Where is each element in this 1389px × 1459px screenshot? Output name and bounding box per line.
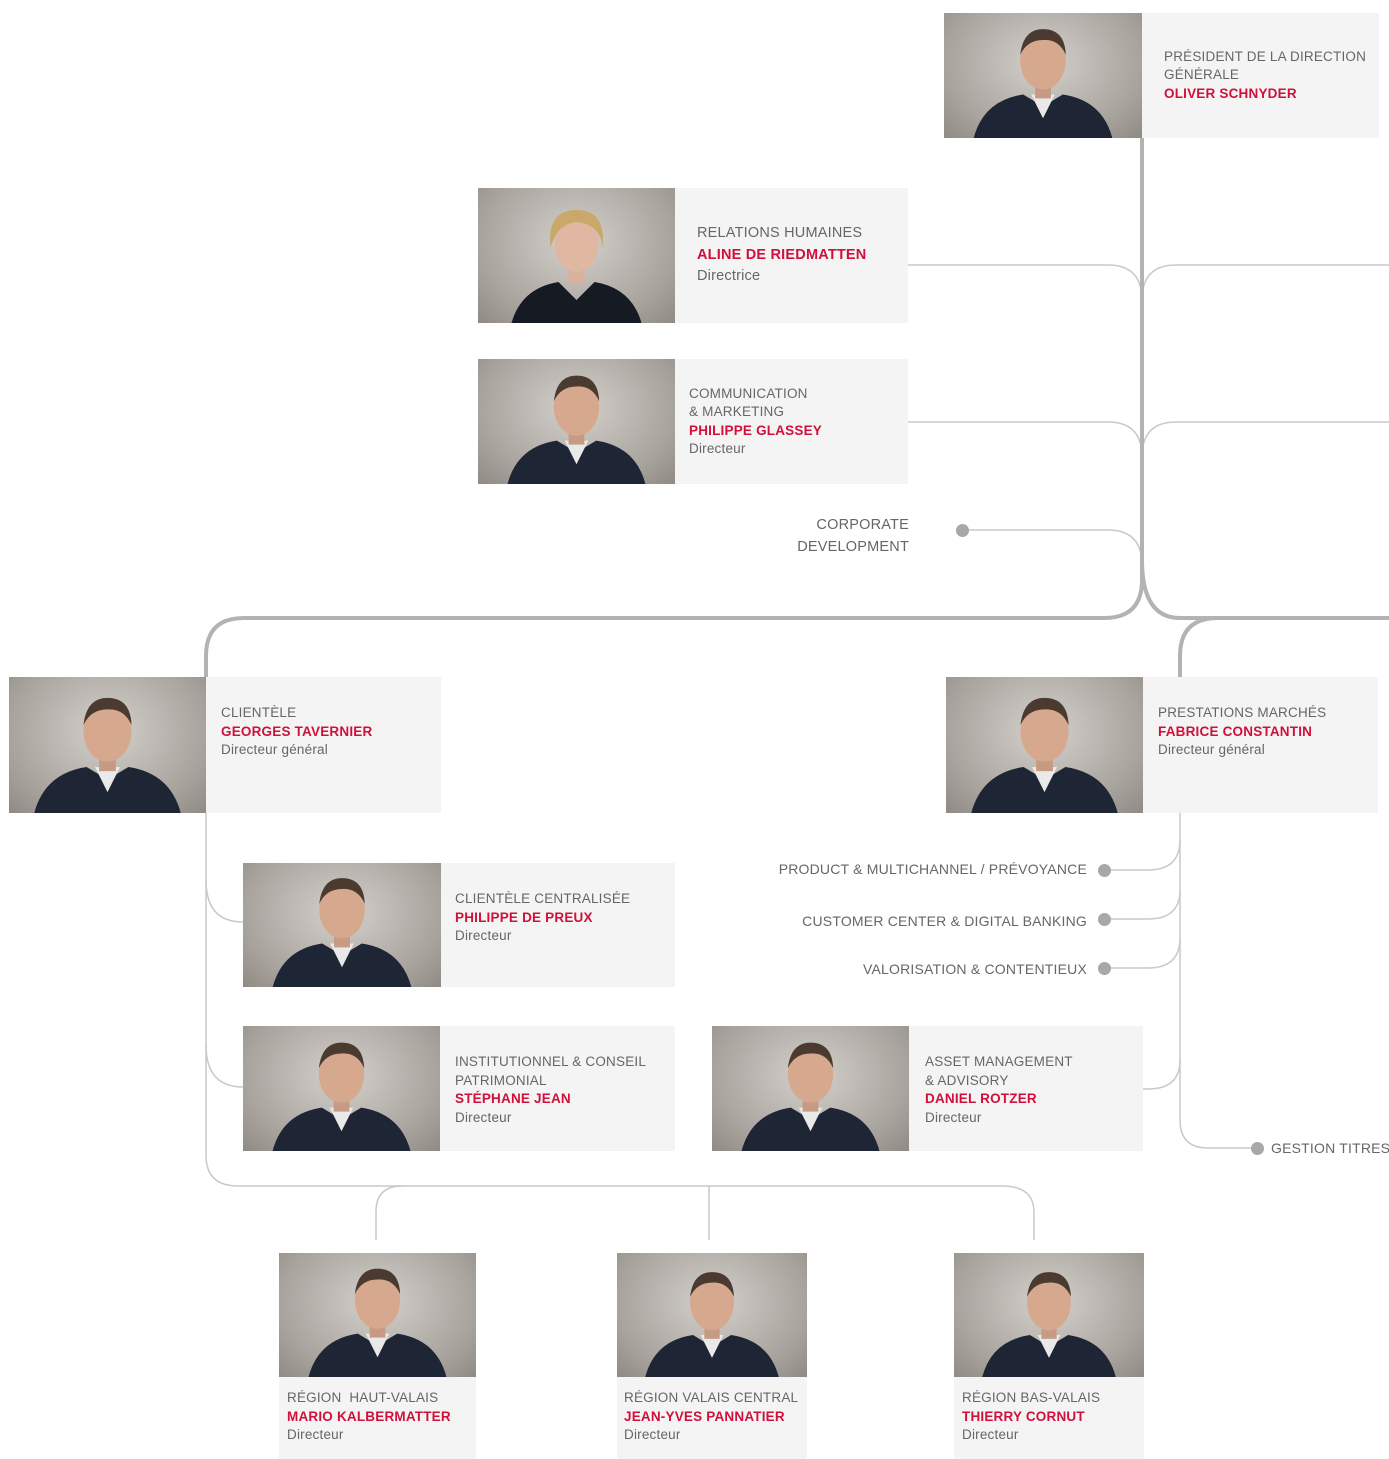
role-label: COMMUNICATION [689,385,808,401]
region-bas-valais-photo [954,1253,1144,1377]
prestations-card: PRESTATIONS MARCHÉS FABRICE CONSTANTIN D… [946,677,1378,813]
region-bas-valais-card: RÉGION BAS-VALAIS THIERRY CORNUT Directe… [954,1253,1144,1459]
role-label-line2: & MARKETING [689,404,785,419]
president-photo [944,13,1142,138]
corporate-development-label: CORPORATE DEVELOPMENT [760,514,909,558]
person-name: MARIO KALBERMATTER [287,1408,451,1424]
institutionnel-card: INSTITUTIONNEL & CONSEIL PATRIMONIAL STÉ… [243,1026,675,1151]
person-name: JEAN-YVES PANNATIER [624,1408,785,1424]
person-title: Directeur [624,1427,681,1442]
communication-card: COMMUNICATION & MARKETING PHILIPPE GLASS… [478,359,908,484]
clientele-centralisee-photo [243,863,441,987]
institutionnel-photo [243,1026,440,1151]
person-name: PHILIPPE DE PREUX [455,909,593,925]
role-label-line2: & ADVISORY [925,1072,1009,1088]
president-card: PRÉSIDENT DE LA DIRECTION GÉNÉRALE OLIVE… [944,13,1379,138]
role-label: CLIENTÈLE [221,705,297,720]
unit-gestion-dot [1251,1142,1264,1155]
region-haut-valais-photo [279,1253,476,1377]
person-title: Directeur [455,928,512,943]
person-name: DANIEL ROTZER [925,1091,1037,1106]
unit-valorisation-label: VALORISATION & CONTENTIEUX [862,961,1087,977]
person-title: Directeur [925,1109,982,1125]
person-title: Directeur [962,1427,1019,1442]
region-valais-central-card: RÉGION VALAIS CENTRAL JEAN-YVES PANNATIE… [617,1253,807,1459]
person-name: OLIVER SCHNYDER [1164,85,1297,101]
person-name: FABRICE CONSTANTIN [1158,723,1313,739]
region-haut-valais-card: RÉGION HAUT-VALAIS MARIO KALBERMATTER Di… [279,1253,476,1459]
unit-gestion-label: GESTION TITRES [1271,1140,1389,1156]
role-label-line2: PATRIMONIAL [455,1072,547,1088]
person-name: THIERRY CORNUT [962,1408,1085,1424]
clientele-card: CLIENTÈLE GEORGES TAVERNIER Directeur gé… [9,677,441,813]
role-label: PRESTATIONS MARCHÉS [1158,705,1327,720]
clientele-photo [9,677,206,813]
person-name: GEORGES TAVERNIER [221,723,373,739]
person-title: Directeur général [1158,742,1265,757]
role-label: RÉGION VALAIS CENTRAL [624,1390,799,1405]
role-label: RÉGION HAUT-VALAIS [287,1390,439,1405]
asset-management-card: ASSET MANAGEMENT & ADVISORY DANIEL ROTZE… [712,1026,1143,1151]
person-name: PHILIPPE GLASSEY [689,422,822,438]
corporate-development-dot [956,524,969,537]
role-label: INSTITUTIONNEL & CONSEIL [455,1054,647,1069]
role-label: CLIENTÈLE CENTRALISÉE [455,891,631,906]
person-title: Directeur [455,1109,512,1125]
person-title: Directeur [287,1427,344,1442]
unit-customer-dot [1098,913,1111,926]
role-label: PRÉSIDENT DE LA DIRECTION GÉNÉRALE [1164,48,1367,83]
person-name: STÉPHANE JEAN [455,1091,571,1106]
role-label: RÉGION BAS-VALAIS [962,1390,1101,1405]
unit-product-dot [1098,864,1111,877]
person-title: Directeur [689,441,746,456]
person-title: Directrice [697,268,761,285]
role-label: RELATIONS HUMAINES [697,225,863,242]
hr-card: RELATIONS HUMAINES ALINE DE RIEDMATTEN D… [478,188,908,323]
prestations-photo [946,677,1143,813]
unit-customer-label: CUSTOMER CENTER & DIGITAL BANKING [802,913,1087,929]
person-name: ALINE DE RIEDMATTEN [697,246,867,263]
region-valais-central-photo [617,1253,807,1377]
asset-management-photo [712,1026,909,1151]
hr-photo [478,188,675,323]
corporate-line1: CORPORATE [816,517,909,533]
unit-valorisation-dot [1098,962,1111,975]
unit-product-label: PRODUCT & MULTICHANNEL / PRÉVOYANCE [778,861,1087,877]
clientele-centralisee-card: CLIENTÈLE CENTRALISÉE PHILIPPE DE PREUX … [243,863,675,987]
person-title: Directeur général [221,742,328,757]
communication-photo [478,359,675,484]
role-label: ASSET MANAGEMENT [925,1054,1073,1069]
corporate-line2: DEVELOPMENT [797,539,909,555]
